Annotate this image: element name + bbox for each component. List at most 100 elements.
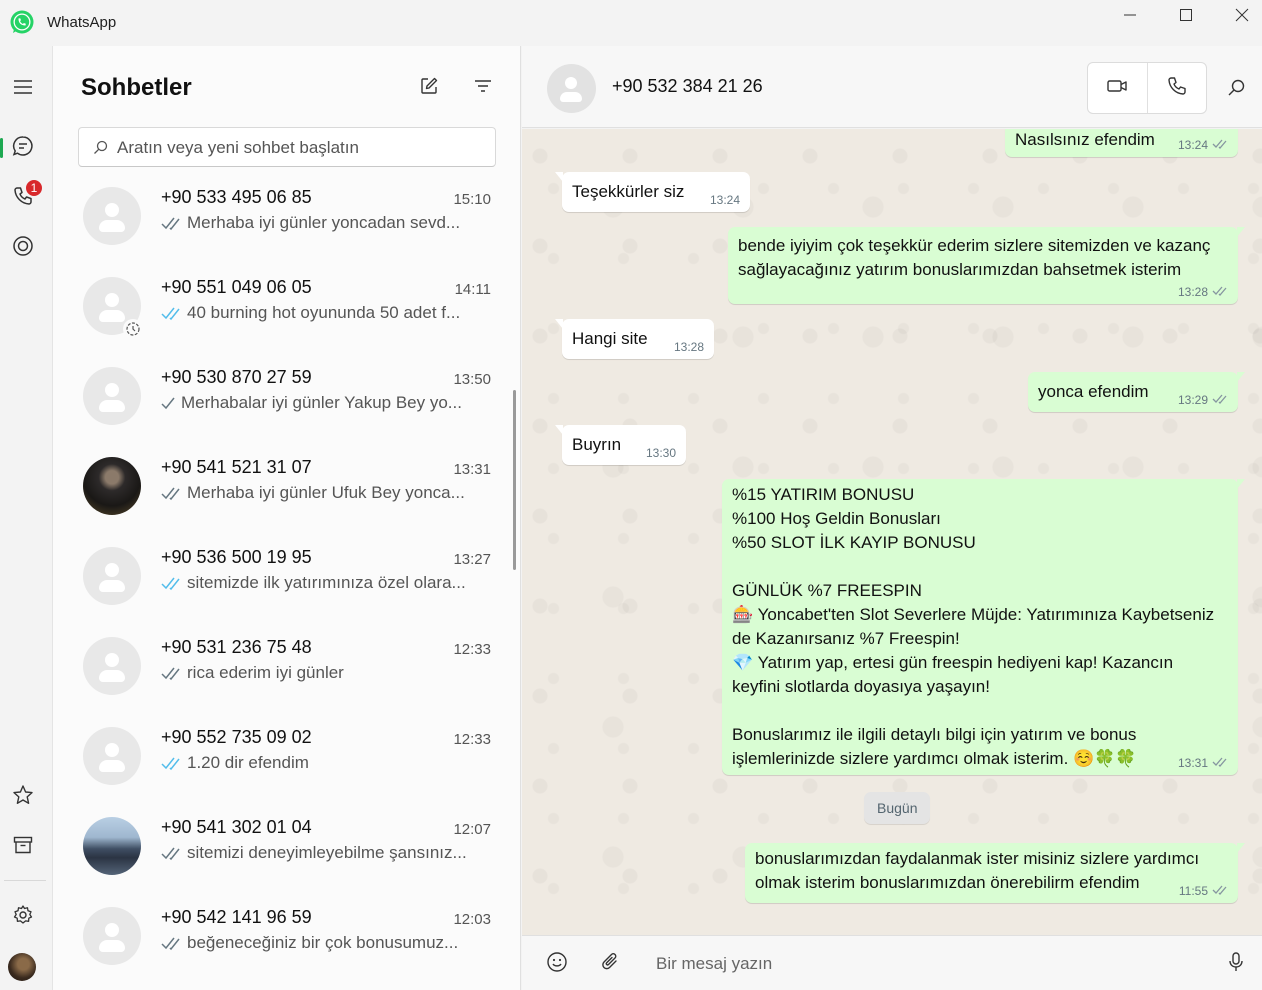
chat-name: +90 533 495 06 85 <box>161 187 312 207</box>
call-buttons <box>1087 62 1207 114</box>
message-outgoing[interactable]: yonca efendim 13:29 <box>1028 372 1245 412</box>
chat-item[interactable]: +90 531 236 75 48 12:33 rica ederim iyi … <box>53 631 513 721</box>
chat-name: +90 551 049 06 05 <box>161 277 312 297</box>
voice-call-button[interactable] <box>1146 63 1206 113</box>
message-incoming[interactable]: Buyrın 13:30 <box>555 425 686 465</box>
search-input[interactable] <box>117 136 477 160</box>
filter-button[interactable] <box>469 74 497 102</box>
chat-time: 13:31 <box>453 461 491 478</box>
search-box <box>78 127 496 167</box>
chat-item[interactable]: +90 551 049 06 05 14:11 40 burning hot o… <box>53 271 513 361</box>
settings-icon <box>12 904 34 931</box>
archive-icon <box>12 834 34 861</box>
chat-name: +90 541 302 01 04 <box>161 817 312 837</box>
double-check-icon <box>161 845 183 861</box>
phone-icon <box>1166 75 1188 102</box>
starred-icon <box>12 784 34 811</box>
settings-button[interactable] <box>8 902 38 932</box>
chat-item[interactable]: +90 536 500 19 95 13:27 sitemizde ilk ya… <box>53 541 513 631</box>
chat-item[interactable]: +90 541 521 31 07 13:31 Merhaba iyi günl… <box>53 451 513 541</box>
title-bar: WhatsApp <box>0 0 1262 46</box>
double-check-icon <box>1212 756 1228 770</box>
message-meta: 13:29 <box>1178 393 1228 407</box>
chat-name: +90 530 870 27 59 <box>161 367 312 387</box>
chat-name: +90 531 236 75 48 <box>161 637 312 657</box>
chat-time: 13:27 <box>453 551 491 568</box>
chat-time: 12:07 <box>453 821 491 838</box>
chat-preview: Merhabalar iyi günler Yakup Bey yo... <box>161 393 481 413</box>
message-incoming[interactable]: Teşekkürler siz 13:24 <box>555 172 750 212</box>
emoji-button[interactable] <box>543 950 571 978</box>
date-separator: Bugün <box>864 792 931 824</box>
maximize-button[interactable] <box>1158 0 1214 34</box>
search-icon <box>1226 78 1246 103</box>
double-check-icon <box>1212 884 1228 898</box>
menu-button[interactable] <box>8 74 38 104</box>
contact-photo <box>83 457 141 515</box>
new-chat-icon <box>419 76 439 101</box>
chat-time: 12:03 <box>453 911 491 928</box>
conversation-header: +90 532 384 21 26 <box>522 46 1262 128</box>
status-button[interactable] <box>8 233 38 263</box>
double-check-icon <box>1212 285 1228 299</box>
navigation-rail: 1 <box>0 46 53 990</box>
chat-preview: 40 burning hot oyununda 50 adet f... <box>161 303 481 323</box>
contact-name[interactable]: +90 532 384 21 26 <box>612 76 763 97</box>
chat-time: 14:11 <box>454 281 491 298</box>
double-check-icon <box>1212 138 1228 152</box>
chat-preview: sitemizde ilk yatırımınıza özel olara... <box>161 573 481 593</box>
chat-item[interactable]: +90 541 302 01 04 12:07 sitemizi deneyim… <box>53 811 513 901</box>
chat-time: 12:33 <box>453 641 491 658</box>
contact-avatar[interactable] <box>547 64 596 113</box>
status-timer-icon <box>123 319 143 339</box>
chat-preview: sitemizi deneyimleyebilme şansınız... <box>161 843 481 863</box>
message-outgoing[interactable]: %15 YATIRIM BONUSU %100 Hoş Geldin Bonus… <box>722 479 1245 775</box>
message-outgoing[interactable]: bende iyiyim çok teşekkür ederim sizlere… <box>728 227 1245 304</box>
profile-avatar[interactable] <box>8 953 36 981</box>
chats-icon <box>12 135 34 162</box>
close-icon <box>1235 8 1249 27</box>
chat-item[interactable]: +90 552 735 09 02 12:33 1.20 dir efendim <box>53 721 513 811</box>
chat-item[interactable]: +90 530 870 27 59 13:50 Merhabalar iyi g… <box>53 361 513 451</box>
menu-icon <box>12 76 34 103</box>
double-check-icon <box>161 215 183 231</box>
chat-item[interactable]: +90 542 141 96 59 12:03 beğeneceğiniz bi… <box>53 901 513 990</box>
archive-button[interactable] <box>8 832 38 862</box>
video-call-button[interactable] <box>1088 63 1147 113</box>
contact-avatar <box>83 187 141 245</box>
message-meta: 11:55 <box>1179 884 1228 898</box>
contact-photo <box>83 817 141 875</box>
message-meta: 13:28 <box>1178 285 1228 299</box>
attach-button[interactable] <box>597 950 625 978</box>
message-meta: 13:30 <box>645 446 676 460</box>
status-icon <box>12 235 34 262</box>
calls-badge: 1 <box>24 178 44 198</box>
video-camera-icon <box>1106 75 1128 102</box>
chat-preview: Merhaba iyi günler Ufuk Bey yonca... <box>161 483 481 503</box>
filter-icon <box>473 76 493 101</box>
double-check-read-icon <box>161 755 183 771</box>
close-button[interactable] <box>1214 0 1262 34</box>
starred-button[interactable] <box>8 782 38 812</box>
message-incoming[interactable]: Hangi site 13:28 <box>555 319 714 359</box>
message-input[interactable] <box>656 950 1196 978</box>
chat-preview: 1.20 dir efendim <box>161 753 481 773</box>
chat-list-scrollbar[interactable] <box>513 390 516 570</box>
new-chat-button[interactable] <box>415 74 443 102</box>
contact-avatar <box>83 907 141 965</box>
chats-button[interactable] <box>8 133 38 163</box>
chat-time: 15:10 <box>453 191 491 208</box>
paperclip-icon <box>600 951 622 978</box>
whatsapp-logo-icon <box>9 9 35 35</box>
search-messages-button[interactable] <box>1222 76 1250 104</box>
double-check-icon <box>161 935 183 951</box>
message-meta: 13:28 <box>673 340 704 354</box>
minimize-button[interactable] <box>1102 0 1158 34</box>
voice-message-button[interactable] <box>1222 950 1250 978</box>
chat-name: +90 552 735 09 02 <box>161 727 312 747</box>
chat-item[interactable]: +90 533 495 06 85 15:10 Merhaba iyi günl… <box>53 181 513 271</box>
message-outgoing[interactable]: bonuslarımızdan faydalanmak ister misini… <box>745 843 1245 903</box>
message-outgoing[interactable]: Nasılsınız efendim 13:24 <box>1005 129 1238 157</box>
double-check-icon <box>161 485 183 501</box>
chat-name: +90 536 500 19 95 <box>161 547 312 567</box>
